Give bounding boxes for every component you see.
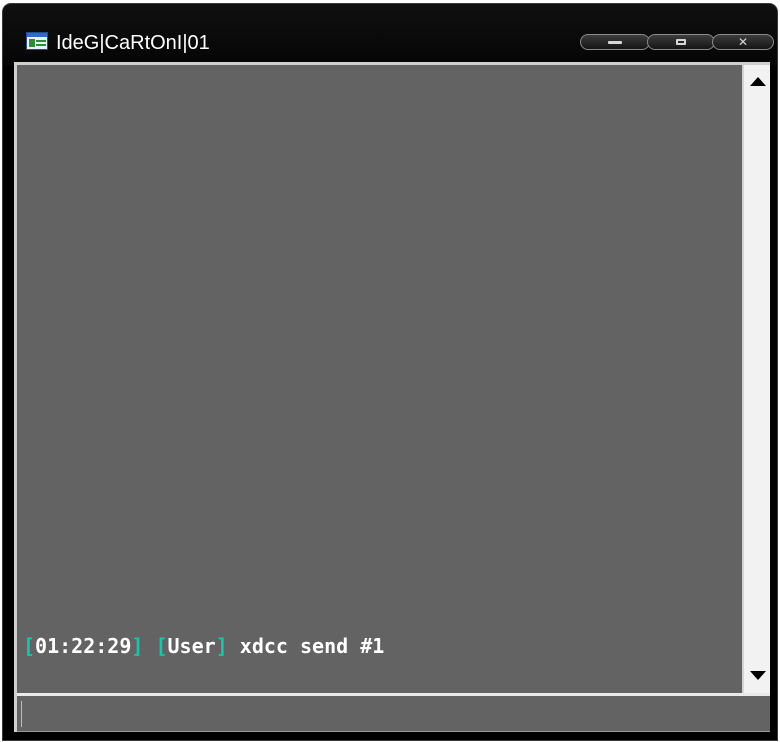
title-bar[interactable]: IdeG|CaRtOnI|01 ✕ bbox=[3, 4, 777, 66]
message-input[interactable] bbox=[17, 696, 770, 732]
scroll-down-icon[interactable] bbox=[750, 671, 766, 680]
window-title: IdeG|CaRtOnI|01 bbox=[56, 32, 210, 54]
text-caret bbox=[21, 701, 22, 727]
message-nick: User bbox=[167, 634, 216, 658]
minimize-button[interactable] bbox=[580, 34, 650, 50]
close-button[interactable]: ✕ bbox=[712, 34, 774, 50]
bracket: [ bbox=[155, 634, 168, 658]
minimize-icon bbox=[608, 40, 622, 44]
message-text: xdcc send #1 bbox=[239, 634, 385, 658]
maximize-icon bbox=[676, 39, 686, 45]
scroll-up-icon[interactable] bbox=[750, 77, 766, 86]
message-line: [01:22:29] [User] xdcc send #1 bbox=[23, 633, 384, 659]
bracket: ] bbox=[215, 634, 228, 658]
close-icon: ✕ bbox=[737, 35, 749, 49]
bracket: [ bbox=[23, 634, 36, 658]
message-timestamp: 01:22:29 bbox=[35, 634, 132, 658]
channel-icon[interactable] bbox=[26, 32, 48, 50]
vertical-scrollbar[interactable] bbox=[743, 65, 770, 693]
bracket: ] bbox=[131, 634, 144, 658]
message-area[interactable]: [01:22:29] [User] xdcc send #1 bbox=[17, 65, 742, 693]
maximize-button[interactable] bbox=[647, 34, 715, 50]
